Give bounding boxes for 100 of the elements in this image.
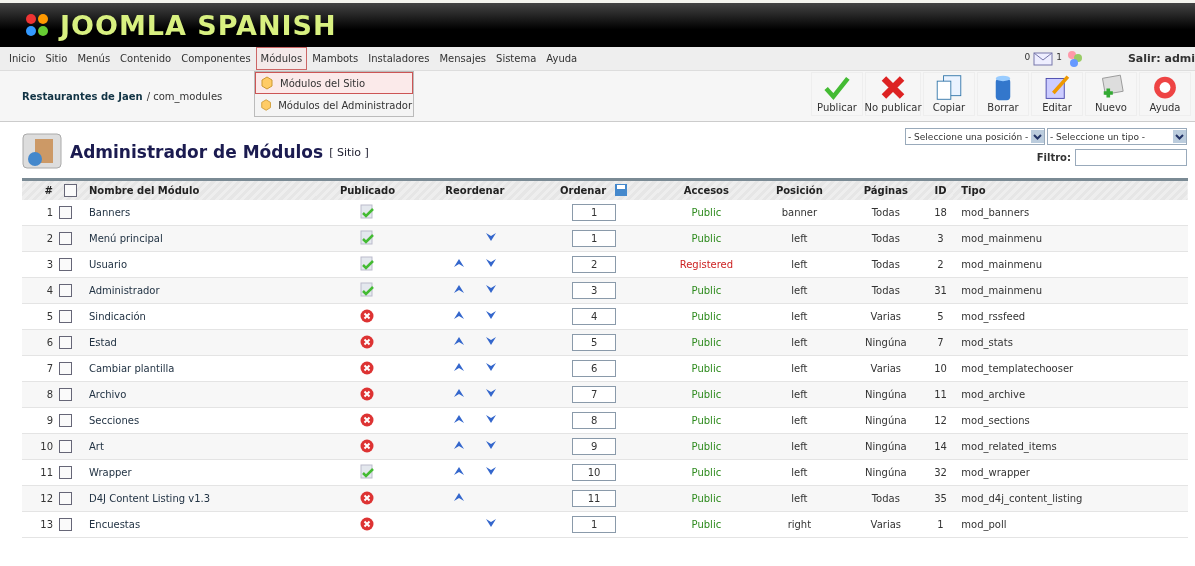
order-field[interactable]: 7 [572, 385, 617, 403]
row-checkbox[interactable] [59, 413, 72, 427]
unpublish-toolbar-button[interactable]: No publicar [865, 72, 921, 116]
save-icon[interactable] [614, 183, 629, 198]
row-checkbox[interactable] [59, 309, 72, 323]
move-down-icon[interactable] [484, 232, 497, 242]
dropdown-item[interactable]: Módulos del Sitio [255, 72, 413, 94]
menu-item[interactable]: Inicio [4, 47, 41, 70]
published-check-icon[interactable] [359, 282, 376, 298]
row-checkbox[interactable] [59, 491, 72, 505]
menu-item[interactable]: Menús [72, 47, 116, 70]
move-up-icon[interactable] [452, 492, 465, 502]
row-checkbox[interactable] [59, 517, 72, 531]
move-down-icon[interactable] [484, 336, 497, 346]
move-up-icon[interactable] [452, 440, 465, 450]
order-field[interactable]: 9 [572, 437, 617, 455]
delete-toolbar-button[interactable]: Borrar [977, 72, 1029, 116]
row-checkbox[interactable] [59, 283, 72, 297]
menu-item[interactable]: Instaladores [363, 47, 435, 70]
unpublished-x-icon[interactable] [360, 413, 375, 427]
move-down-icon[interactable] [484, 258, 497, 268]
dropdown-item[interactable]: Módulos del Administrador [255, 94, 413, 116]
module-name-link[interactable]: Menú principal [89, 232, 163, 244]
module-name-link[interactable]: Administrador [89, 284, 160, 296]
module-name-link[interactable]: Banners [89, 206, 131, 218]
row-checkbox[interactable] [59, 205, 72, 219]
type-select[interactable]: - Seleccione un tipo - [1047, 128, 1187, 145]
unpublished-x-icon[interactable] [360, 517, 375, 531]
unpublished-x-icon[interactable] [360, 439, 375, 453]
published-check-icon[interactable] [359, 230, 376, 246]
menu-item[interactable]: Contenido [115, 47, 177, 70]
move-up-icon[interactable] [452, 362, 465, 372]
order-field[interactable]: 1 [572, 203, 617, 221]
move-up-icon[interactable] [452, 336, 465, 346]
move-down-icon[interactable] [484, 310, 497, 320]
row-checkbox[interactable] [59, 335, 72, 349]
order-field[interactable]: 1 [572, 515, 617, 533]
menu-item[interactable]: Sitio [40, 47, 73, 70]
order-field[interactable]: 6 [572, 359, 617, 377]
row-checkbox[interactable] [59, 387, 72, 401]
move-up-icon[interactable] [452, 310, 465, 320]
published-check-icon[interactable] [359, 204, 376, 220]
move-down-icon[interactable] [484, 362, 497, 372]
copy-toolbar-button[interactable]: Copiar [923, 72, 975, 116]
menu-item[interactable]: Ayuda [541, 47, 583, 70]
row-checkbox[interactable] [59, 257, 72, 271]
unpublished-x-icon[interactable] [360, 491, 375, 505]
unpublished-x-icon[interactable] [360, 387, 375, 401]
new-toolbar-button[interactable]: Nuevo [1085, 72, 1137, 116]
menu-item[interactable]: Mensajes [434, 47, 492, 70]
edit-toolbar-button[interactable]: Editar [1031, 72, 1083, 116]
order-field[interactable]: 2 [572, 255, 617, 273]
published-check-icon[interactable] [359, 464, 376, 480]
module-name-link[interactable]: Encuestas [89, 518, 141, 530]
unpublished-x-icon[interactable] [360, 309, 375, 323]
order-field[interactable]: 8 [572, 411, 617, 429]
move-down-icon[interactable] [484, 414, 497, 424]
move-up-icon[interactable] [452, 414, 465, 424]
order-field[interactable]: 4 [572, 307, 617, 325]
order-field[interactable]: 11 [572, 489, 617, 507]
move-down-icon[interactable] [484, 440, 497, 450]
row-checkbox[interactable] [59, 465, 72, 479]
module-name-link[interactable]: Cambiar plantilla [89, 362, 175, 374]
module-name-link[interactable]: Art [89, 440, 104, 452]
row-checkbox[interactable] [59, 231, 72, 245]
order-field[interactable]: 1 [572, 229, 617, 247]
menu-item[interactable]: Componentes [176, 47, 256, 70]
move-down-icon[interactable] [484, 388, 497, 398]
module-name-link[interactable]: Secciones [89, 414, 140, 426]
module-name-link[interactable]: Sindicación [89, 310, 146, 322]
menu-item[interactable]: Mambots [307, 47, 364, 70]
order-field[interactable]: 3 [572, 281, 617, 299]
row-checkbox[interactable] [59, 361, 72, 375]
move-down-icon[interactable] [484, 518, 497, 528]
menu-item[interactable]: Módulos [255, 47, 308, 70]
unpublished-x-icon[interactable] [360, 361, 375, 375]
filter-input[interactable] [1075, 149, 1187, 166]
module-name-link[interactable]: Archivo [89, 388, 127, 400]
menu-item[interactable]: Sistema [491, 47, 542, 70]
module-type: mod_wrapper [961, 466, 1030, 478]
select-all-checkbox[interactable] [63, 183, 77, 197]
order-field[interactable]: 10 [572, 463, 617, 481]
move-up-icon[interactable] [452, 284, 465, 294]
move-down-icon[interactable] [484, 284, 497, 294]
row-checkbox[interactable] [59, 439, 72, 453]
logout-link[interactable]: Salir: admi [1127, 52, 1195, 65]
position-select[interactable]: - Seleccione una posición - [905, 128, 1045, 145]
publish-toolbar-button[interactable]: Publicar [811, 72, 863, 116]
move-down-icon[interactable] [484, 466, 497, 476]
module-name-link[interactable]: Wrapper [89, 466, 132, 478]
module-name-link[interactable]: Estad [89, 336, 117, 348]
unpublished-x-icon[interactable] [360, 335, 375, 349]
help-toolbar-button[interactable]: Ayuda [1139, 72, 1191, 116]
module-name-link[interactable]: Usuario [89, 258, 127, 270]
order-field[interactable]: 5 [572, 333, 617, 351]
envelope-icon[interactable] [1033, 51, 1054, 66]
move-up-icon[interactable] [452, 388, 465, 398]
move-up-icon[interactable] [452, 258, 465, 268]
published-check-icon[interactable] [359, 256, 376, 272]
move-up-icon[interactable] [452, 466, 465, 476]
